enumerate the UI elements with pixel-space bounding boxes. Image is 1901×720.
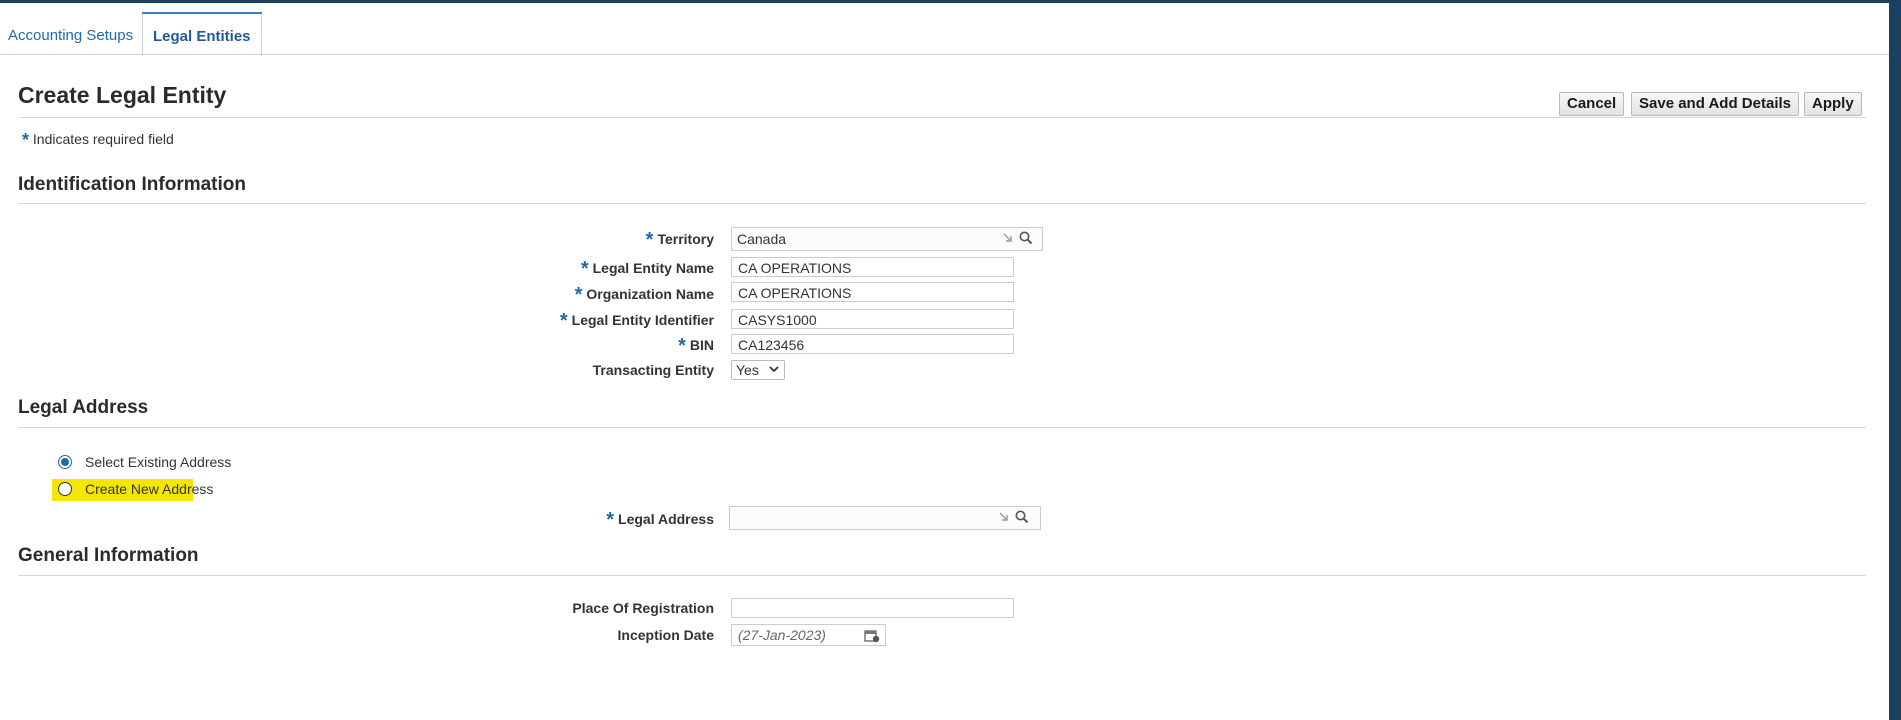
legal-entity-identifier-label: * Legal Entity Identifier	[559, 310, 714, 332]
section-divider	[18, 427, 1866, 428]
required-star-icon: *	[580, 258, 589, 280]
required-star-icon: *	[559, 310, 568, 332]
diagonal-arrow-icon	[1002, 232, 1014, 247]
required-star-icon: *	[678, 335, 686, 357]
section-divider	[18, 203, 1866, 204]
section-title-legal-address: Legal Address	[18, 397, 149, 418]
tab-legal-entities[interactable]: Legal Entities	[142, 12, 262, 56]
calendar-icon[interactable]	[864, 628, 880, 648]
inception-date-label: Inception Date	[617, 627, 714, 643]
tab-divider	[0, 54, 1889, 55]
transacting-entity-select[interactable]: Yes	[731, 360, 785, 380]
legal-entity-name-input[interactable]: CA OPERATIONS	[731, 257, 1014, 277]
required-star-icon: *	[606, 509, 615, 531]
apply-button[interactable]: Apply	[1804, 92, 1862, 116]
transacting-entity-label: Transacting Entity	[592, 362, 714, 378]
radio-create-new-address[interactable]: Create New Address	[58, 481, 213, 497]
section-title-identification: Identification Information	[18, 174, 246, 195]
organization-name-input[interactable]: CA OPERATIONS	[731, 282, 1014, 302]
save-and-add-details-button[interactable]: Save and Add Details	[1631, 92, 1799, 116]
legal-entity-name-label: * Legal Entity Name	[580, 258, 714, 280]
right-brand-bar	[1889, 0, 1901, 720]
section-divider	[18, 575, 1866, 576]
required-star-icon: *	[645, 229, 654, 251]
territory-value: Canada	[737, 231, 787, 247]
legal-address-label: * Legal Address	[606, 509, 714, 531]
inception-date-placeholder: (27-Jan-2023)	[738, 627, 826, 643]
radio-label: Select Existing Address	[85, 454, 232, 470]
radio-checked-icon[interactable]	[58, 455, 72, 469]
legal-address-lov[interactable]	[729, 506, 1041, 530]
legal-address-search-icon[interactable]	[1014, 509, 1036, 527]
radio-label: Create New Address	[85, 481, 214, 497]
territory-lov[interactable]: Canada	[731, 227, 1043, 251]
title-divider	[18, 117, 1866, 118]
place-of-registration-label: Place Of Registration	[572, 600, 714, 616]
required-field-note: * Indicates required field	[22, 130, 174, 151]
required-star-icon: *	[574, 284, 583, 306]
territory-label: * Territory	[645, 229, 714, 251]
top-brand-bar	[0, 0, 1901, 3]
inception-date-input[interactable]: (27-Jan-2023)	[731, 624, 886, 646]
radio-select-existing-address[interactable]: Select Existing Address	[58, 454, 231, 470]
diagonal-arrow-icon	[998, 511, 1010, 526]
chevron-down-icon	[768, 362, 780, 380]
place-of-registration-input[interactable]	[731, 598, 1014, 618]
organization-name-label: * Organization Name	[574, 284, 714, 306]
bin-input[interactable]: CA123456	[731, 334, 1014, 354]
legal-entity-identifier-input[interactable]: CASYS1000	[731, 309, 1014, 329]
required-star-icon: *	[22, 130, 30, 150]
bin-label: * BIN	[678, 335, 714, 357]
tab-accounting-setups[interactable]: Accounting Setups	[0, 12, 141, 54]
section-title-general: General Information	[18, 545, 199, 566]
required-note-text: Indicates required field	[32, 131, 174, 147]
cancel-button[interactable]: Cancel	[1559, 92, 1625, 116]
page-title: Create Legal Entity	[18, 82, 227, 108]
radio-unchecked-icon[interactable]	[58, 482, 72, 496]
territory-search-icon[interactable]	[1018, 230, 1040, 248]
transacting-entity-value: Yes	[736, 362, 759, 378]
